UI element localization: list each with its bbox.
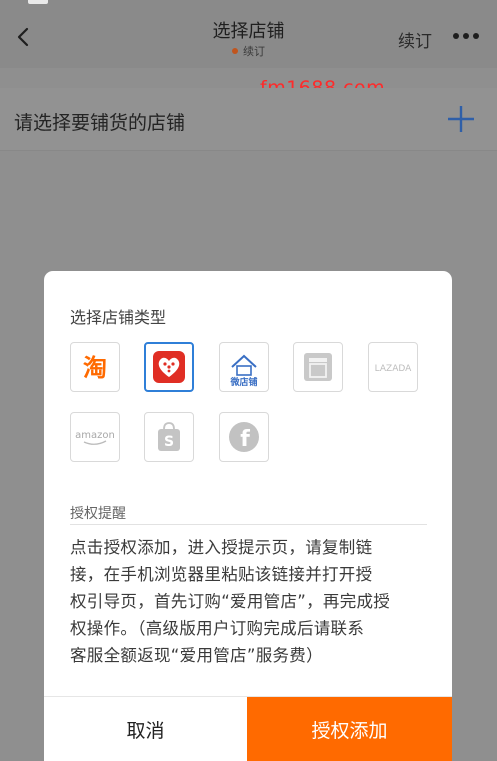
store-type-pinduoduo[interactable] — [144, 342, 194, 392]
store-type-facebook[interactable]: f — [219, 412, 269, 462]
lazada-text: LAZADA — [375, 364, 412, 374]
store-icon — [304, 353, 332, 381]
facebook-icon: f — [229, 422, 259, 452]
store-type-lazada[interactable]: LAZADA — [368, 342, 418, 392]
shopee-icon: S — [158, 422, 180, 451]
store-type-weidian[interactable]: 微店铺 — [219, 342, 269, 392]
divider — [70, 524, 427, 525]
store-type-taobao[interactable]: 淘 — [70, 342, 120, 392]
shopee-glyph: S — [164, 434, 174, 450]
dialog-title: 选择店铺类型 — [70, 308, 167, 327]
renew-button[interactable]: 续订 — [398, 27, 432, 52]
cancel-button[interactable]: 取消 — [44, 697, 247, 761]
more-dot — [453, 33, 459, 39]
more-dot — [473, 33, 479, 39]
weidian-icon: 微店铺 — [229, 354, 258, 387]
auth-text-line: 权引导页，首先订购“爱用管店”，再完成授 — [70, 592, 391, 611]
store-type-generic-store[interactable] — [293, 342, 343, 392]
more-dot — [463, 33, 469, 39]
auth-text-line: 权操作。（高级版用户订购完成后请联系 — [70, 619, 365, 638]
divider — [0, 150, 497, 151]
auth-heading: 授权提醒 — [70, 506, 126, 522]
store-type-shopee[interactable]: S — [144, 412, 194, 462]
auth-text-line: 接，在手机浏览器里粘贴该链接并打开授 — [70, 565, 373, 584]
store-type-dialog: 选择店铺类型 淘 微店铺 LAZADA amazon S f 授权提醒 点击授权… — [44, 271, 452, 761]
lazada-icon: LAZADA — [375, 364, 412, 374]
nav-bar: 选择店铺 续订 续订 — [0, 0, 497, 68]
auth-description: 点击授权添加，进入授提示页，请复制链 接，在手机浏览器里粘贴该链接并打开授 权引… — [70, 534, 426, 669]
facebook-glyph: f — [240, 427, 250, 452]
section-title: 请选择要铺货的店铺 — [14, 112, 186, 134]
taobao-icon: 淘 — [83, 354, 107, 382]
status-dot-icon — [232, 48, 238, 54]
amazon-text: amazon — [75, 430, 115, 441]
status-bar-icon — [28, 0, 48, 4]
plus-icon[interactable] — [447, 105, 475, 133]
auth-text-line: 点击授权添加，进入授提示页，请复制链 — [70, 538, 373, 557]
pinduoduo-icon — [153, 351, 185, 383]
nav-subtitle-text: 续订 — [243, 45, 265, 58]
authorize-add-button[interactable]: 授权添加 — [247, 697, 452, 761]
taobao-glyph: 淘 — [83, 354, 107, 382]
weidian-text: 微店铺 — [229, 376, 257, 387]
amazon-icon: amazon — [75, 430, 115, 445]
store-type-amazon[interactable]: amazon — [70, 412, 120, 462]
more-icon[interactable] — [453, 33, 479, 39]
auth-text-line: 客服全额返现“爱用管店”服务费） — [70, 646, 323, 665]
